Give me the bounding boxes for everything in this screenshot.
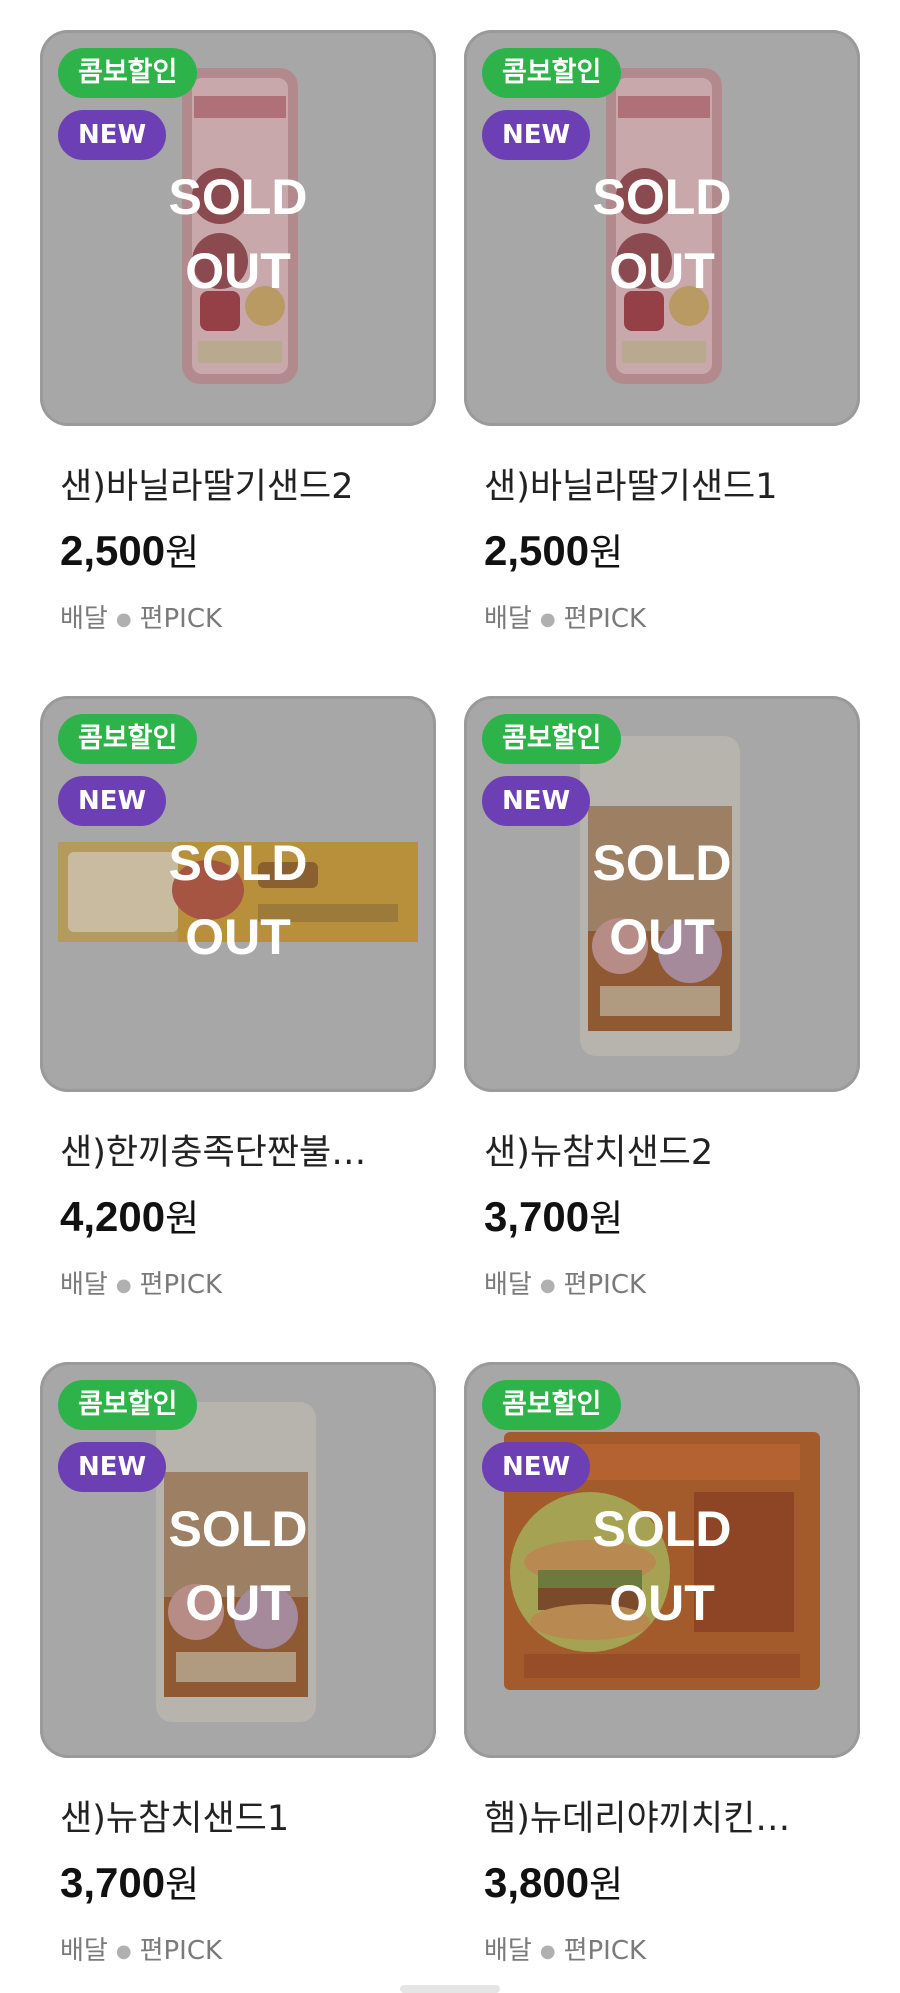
- pick-tag: 편PICK: [139, 604, 223, 634]
- sold-out-text: OUT: [609, 243, 715, 299]
- new-badge: NEW: [58, 110, 167, 160]
- sold-out-overlay: SOLD OUT: [40, 826, 436, 974]
- delivery-tag: 배달: [60, 1936, 108, 1966]
- delivery-tag: 배달: [484, 1270, 532, 1300]
- product-name[interactable]: 햄)뉴데리야끼치킨…: [484, 1790, 854, 1841]
- pick-tag: 편PICK: [563, 1270, 647, 1300]
- product-card[interactable]: SOLD OUT 콤보할인 NEW 샌)한끼충족단짠불… 4,200원 배달 ● 편…: [40, 696, 436, 1326]
- product-thumbnail[interactable]: SOLD OUT 콤보할인 NEW: [464, 30, 860, 426]
- price-currency: 원: [589, 1863, 624, 1906]
- separator-dot: ●: [115, 609, 132, 630]
- combo-discount-badge: 콤보할인: [482, 714, 622, 764]
- product-price: 2,500원: [484, 522, 623, 576]
- product-card[interactable]: SOLD OUT 콤보할인 NEW 샌)뉴참치샌드2 3,700원 배달 ● 편PI…: [464, 696, 860, 1326]
- home-indicator: [400, 1985, 500, 1993]
- sold-out-text: SOLD: [592, 169, 732, 225]
- product-card[interactable]: SOLD OUT 콤보할인 NEW 샌)바닐라딸기샌드2 2,500원 배달 ● 편…: [40, 30, 436, 660]
- product-card[interactable]: SOLD OUT 콤보할인 NEW 샌)바닐라딸기샌드1 2,500원 배달 ● 편…: [464, 30, 860, 660]
- product-price: 4,200원: [60, 1188, 199, 1242]
- product-tags: 배달 ● 편PICK: [484, 598, 646, 635]
- new-badge: NEW: [482, 776, 591, 826]
- product-card[interactable]: SOLD OUT 콤보할인 NEW 샌)뉴참치샌드1 3,700원 배달 ● 편PI…: [40, 1362, 436, 1992]
- delivery-tag: 배달: [484, 604, 532, 634]
- product-name[interactable]: 샌)바닐라딸기샌드1: [484, 458, 854, 509]
- sold-out-text: SOLD: [592, 835, 732, 891]
- sold-out-overlay: SOLD OUT: [464, 1492, 860, 1640]
- price-currency: 원: [165, 531, 200, 574]
- new-badge: NEW: [482, 1442, 591, 1492]
- price-currency: 원: [589, 1197, 624, 1240]
- price-value: 2,500: [484, 527, 590, 574]
- separator-dot: ●: [539, 609, 556, 630]
- pick-tag: 편PICK: [563, 604, 647, 634]
- product-price: 3,700원: [484, 1188, 623, 1242]
- separator-dot: ●: [115, 1941, 132, 1962]
- price-value: 3,700: [60, 1859, 166, 1906]
- pick-tag: 편PICK: [139, 1936, 223, 1966]
- delivery-tag: 배달: [484, 1936, 532, 1966]
- product-tags: 배달 ● 편PICK: [484, 1264, 646, 1301]
- sold-out-text: SOLD: [168, 835, 308, 891]
- pick-tag: 편PICK: [563, 1936, 647, 1966]
- product-price: 2,500원: [60, 522, 199, 576]
- combo-discount-badge: 콤보할인: [482, 1380, 622, 1430]
- separator-dot: ●: [115, 1275, 132, 1296]
- sold-out-overlay: SOLD OUT: [40, 1492, 436, 1640]
- sold-out-overlay: SOLD OUT: [464, 160, 860, 308]
- product-tags: 배달 ● 편PICK: [60, 1930, 222, 1967]
- price-value: 3,700: [484, 1193, 590, 1240]
- sold-out-text: OUT: [609, 909, 715, 965]
- product-grid: SOLD OUT 콤보할인 NEW 샌)바닐라딸기샌드2 2,500원 배달 ● 편…: [0, 0, 900, 1993]
- sold-out-overlay: SOLD OUT: [464, 826, 860, 974]
- product-name[interactable]: 샌)바닐라딸기샌드2: [60, 458, 430, 509]
- product-thumbnail[interactable]: SOLD OUT 콤보할인 NEW: [40, 1362, 436, 1758]
- product-thumbnail[interactable]: SOLD OUT 콤보할인 NEW: [40, 30, 436, 426]
- price-currency: 원: [165, 1197, 200, 1240]
- separator-dot: ●: [539, 1275, 556, 1296]
- combo-discount-badge: 콤보할인: [58, 48, 198, 98]
- combo-discount-badge: 콤보할인: [58, 714, 198, 764]
- product-tags: 배달 ● 편PICK: [60, 598, 222, 635]
- product-name[interactable]: 샌)뉴참치샌드2: [484, 1124, 854, 1175]
- sold-out-text: OUT: [609, 1575, 715, 1631]
- separator-dot: ●: [539, 1941, 556, 1962]
- sold-out-text: SOLD: [168, 169, 308, 225]
- sold-out-text: SOLD: [592, 1501, 732, 1557]
- sold-out-text: OUT: [185, 1575, 291, 1631]
- product-price: 3,700원: [60, 1854, 199, 1908]
- product-price: 3,800원: [484, 1854, 623, 1908]
- new-badge: NEW: [58, 776, 167, 826]
- product-card[interactable]: SOLD OUT 콤보할인 NEW 햄)뉴데리야끼치킨… 3,800원 배달 ● 편…: [464, 1362, 860, 1992]
- combo-discount-badge: 콤보할인: [58, 1380, 198, 1430]
- price-value: 2,500: [60, 527, 166, 574]
- pick-tag: 편PICK: [139, 1270, 223, 1300]
- product-thumbnail[interactable]: SOLD OUT 콤보할인 NEW: [40, 696, 436, 1092]
- sold-out-overlay: SOLD OUT: [40, 160, 436, 308]
- product-tags: 배달 ● 편PICK: [60, 1264, 222, 1301]
- product-tags: 배달 ● 편PICK: [484, 1930, 646, 1967]
- product-name[interactable]: 샌)한끼충족단짠불…: [60, 1124, 430, 1175]
- new-badge: NEW: [482, 110, 591, 160]
- product-thumbnail[interactable]: SOLD OUT 콤보할인 NEW: [464, 696, 860, 1092]
- delivery-tag: 배달: [60, 1270, 108, 1300]
- delivery-tag: 배달: [60, 604, 108, 634]
- price-currency: 원: [165, 1863, 200, 1906]
- product-thumbnail[interactable]: SOLD OUT 콤보할인 NEW: [464, 1362, 860, 1758]
- sold-out-text: SOLD: [168, 1501, 308, 1557]
- product-name[interactable]: 샌)뉴참치샌드1: [60, 1790, 430, 1841]
- new-badge: NEW: [58, 1442, 167, 1492]
- combo-discount-badge: 콤보할인: [482, 48, 622, 98]
- sold-out-text: OUT: [185, 909, 291, 965]
- price-value: 4,200: [60, 1193, 166, 1240]
- sold-out-text: OUT: [185, 243, 291, 299]
- price-currency: 원: [589, 531, 624, 574]
- price-value: 3,800: [484, 1859, 590, 1906]
